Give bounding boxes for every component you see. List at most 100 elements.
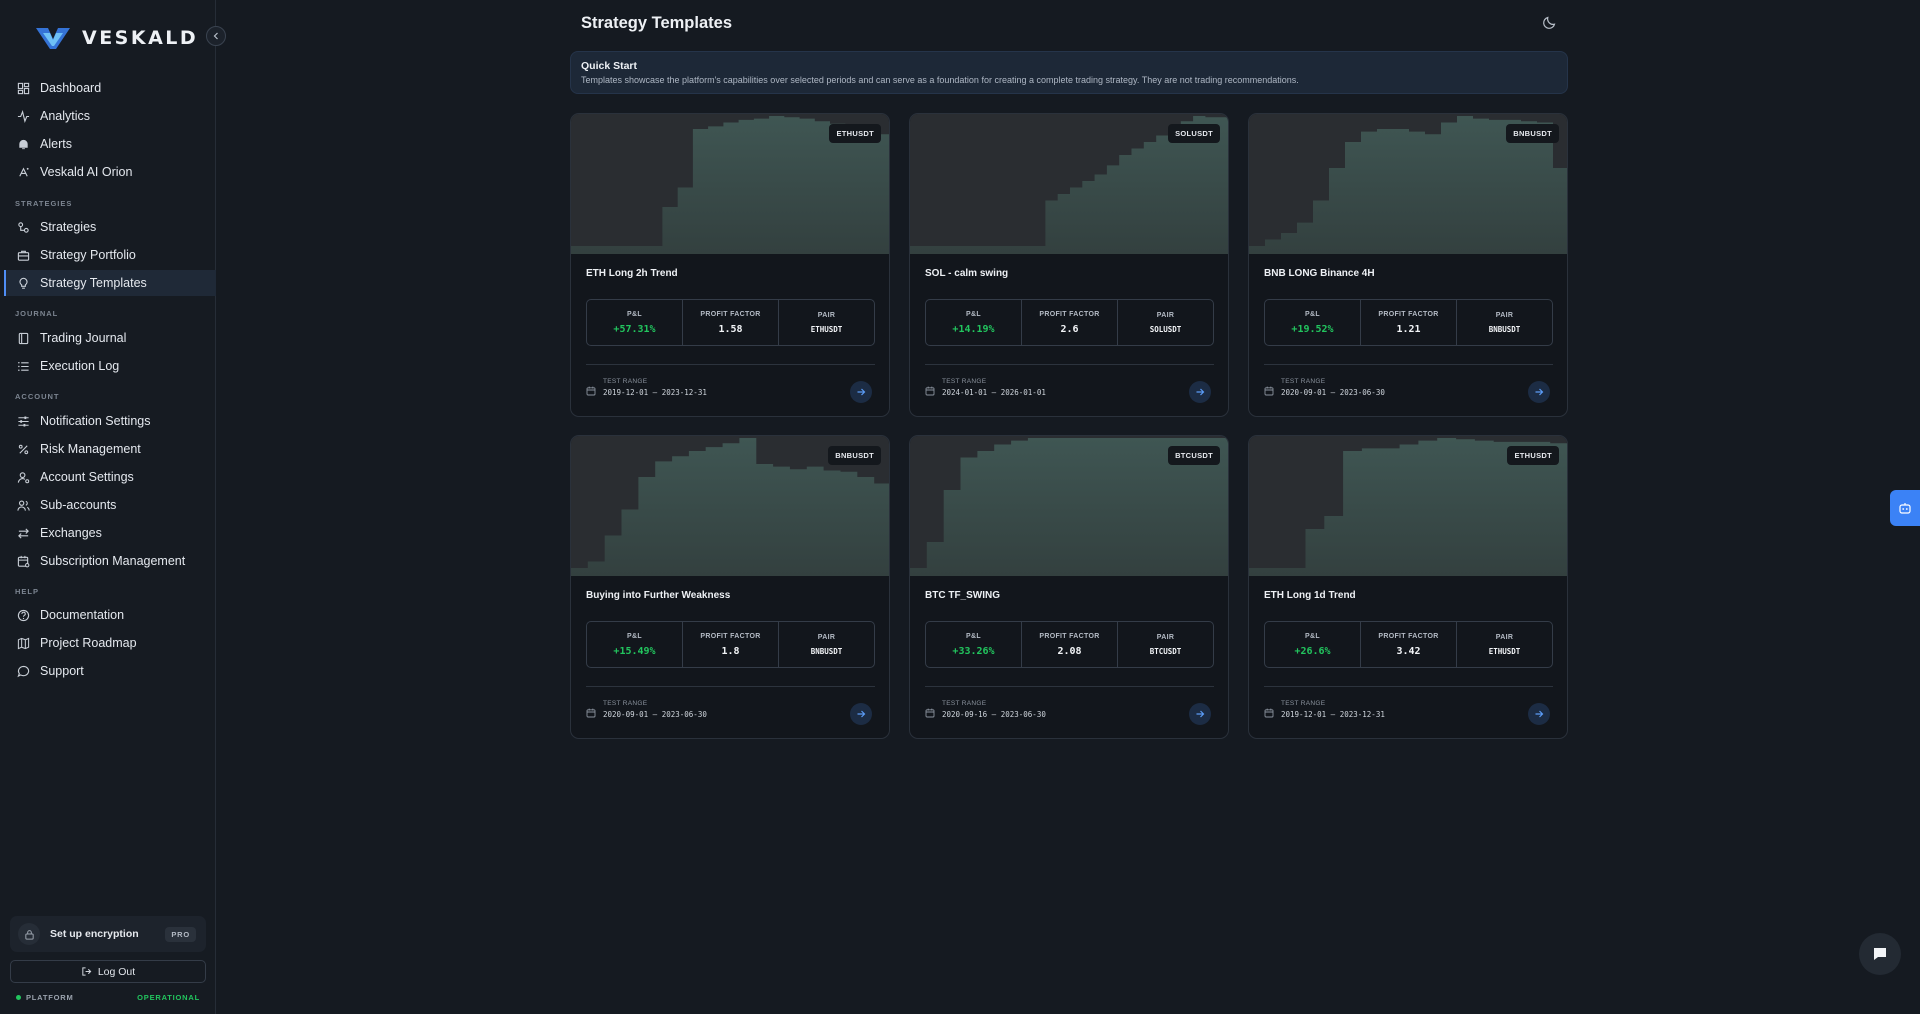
profit-factor-stat: PROFIT FACTOR 1.58 — [683, 300, 779, 345]
template-card[interactable]: BNBUSDT Buying into Further Weakness P&L +1… — [570, 435, 890, 739]
template-title: BTC TF_SWING — [925, 590, 1000, 601]
sidebar-item-strategy-portfolio[interactable]: Strategy Portfolio — [4, 242, 216, 268]
stats-table: P&L +57.31% PROFIT FACTOR 1.58 PAIR ETHUSDT — [586, 299, 875, 346]
sidebar-item-veskald-ai-orion[interactable]: Veskald AI Orion — [4, 159, 216, 185]
sidebar-section-title: ACCOUNT — [15, 392, 60, 401]
open-template-button[interactable] — [1189, 381, 1211, 403]
sidebar-item-subscription-management[interactable]: Subscription Management — [4, 548, 216, 574]
divider — [1264, 364, 1553, 365]
stat-label: P&L — [1305, 632, 1320, 640]
divider — [586, 364, 875, 365]
open-template-button[interactable] — [850, 381, 872, 403]
template-title: SOL - calm swing — [925, 268, 1009, 279]
page-title: Strategy Templates — [581, 14, 732, 32]
pnl-value: +57.31% — [613, 323, 656, 335]
sidebar-item-analytics[interactable]: Analytics — [4, 103, 216, 129]
template-card[interactable]: ETHUSDT ETH Long 2h Trend P&L +57.31% PROFIT… — [570, 113, 890, 417]
stat-label: PROFIT FACTOR — [1378, 632, 1439, 640]
platform-status-value: OPERATIONAL — [137, 993, 200, 1002]
open-template-button[interactable] — [1189, 703, 1211, 725]
template-card[interactable]: BTCUSDT BTC TF_SWING P&L +33.26% PROFIT FACT… — [909, 435, 1229, 739]
equity-chart: BTCUSDT — [910, 436, 1228, 576]
sidebar-item-dashboard[interactable]: Dashboard — [4, 75, 216, 101]
sidebar-item-trading-journal[interactable]: Trading Journal — [4, 325, 216, 351]
pair-stat: PAIR BNBUSDT — [1457, 300, 1552, 345]
collapse-sidebar-button[interactable] — [206, 26, 226, 46]
sidebar-item-alerts[interactable]: Alerts — [4, 131, 216, 157]
pair-stat: PAIR SOLUSDT — [1118, 300, 1213, 345]
test-range-dates: 2020-09-01 — 2023-06-30 — [603, 710, 707, 719]
pair-stat: PAIR BTCUSDT — [1118, 622, 1213, 667]
stat-label: PAIR — [1156, 633, 1175, 641]
pair-tag: ETHUSDT — [1507, 446, 1559, 465]
sidebar-item-account-settings[interactable]: Account Settings — [4, 464, 216, 490]
stat-label: P&L — [627, 632, 642, 640]
test-range: TEST RANGE 2020-09-01 — 2023-06-30 — [1264, 378, 1385, 397]
pair-value: BNBUSDT — [1488, 324, 1521, 334]
lightbulb-icon — [16, 276, 30, 290]
open-template-button[interactable] — [850, 703, 872, 725]
template-card[interactable]: SOLUSDT SOL - calm swing P&L +14.19% PROFIT … — [909, 113, 1229, 417]
stat-label: P&L — [627, 310, 642, 318]
stat-label: PAIR — [817, 633, 836, 641]
sidebar-item-documentation[interactable]: Documentation — [4, 602, 216, 628]
profit-factor-stat: PROFIT FACTOR 1.21 — [1361, 300, 1457, 345]
sidebar-item-label: Analytics — [40, 109, 91, 123]
test-range: TEST RANGE 2020-09-01 — 2023-06-30 — [586, 700, 707, 719]
sidebar-item-project-roadmap[interactable]: Project Roadmap — [4, 630, 216, 656]
sidebar-item-exchanges[interactable]: Exchanges — [4, 520, 216, 546]
stats-table: P&L +33.26% PROFIT FACTOR 2.08 PAIR BTCUSDT — [925, 621, 1214, 668]
divider — [925, 364, 1214, 365]
help-circle-icon — [16, 608, 30, 622]
pair-stat: PAIR ETHUSDT — [1457, 622, 1552, 667]
sidebar-item-execution-log[interactable]: Execution Log — [4, 353, 216, 379]
divider — [586, 686, 875, 687]
pair-stat: PAIR ETHUSDT — [779, 300, 874, 345]
pro-badge: PRO — [165, 926, 196, 942]
ai-assistant-tab[interactable] — [1890, 490, 1920, 526]
sidebar-item-label: Trading Journal — [40, 331, 127, 345]
moon-icon — [1543, 16, 1556, 29]
chat-button[interactable] — [1859, 933, 1901, 975]
template-card[interactable]: BNBUSDT BNB LONG Binance 4H P&L +19.52% PROF… — [1248, 113, 1568, 417]
theme-toggle-button[interactable] — [1542, 14, 1560, 32]
sidebar-section-title: HELP — [15, 587, 40, 596]
divider — [925, 686, 1214, 687]
sidebar-item-strategies[interactable]: Strategies — [4, 214, 216, 240]
sidebar-item-notification-settings[interactable]: Notification Settings — [4, 408, 216, 434]
template-title: Buying into Further Weakness — [586, 590, 731, 601]
sidebar: VESKALD Dashboard Analytics Alerts Veskald … — [0, 0, 216, 1014]
pnl-value: +33.26% — [952, 645, 995, 657]
sidebar-item-support[interactable]: Support — [4, 658, 216, 684]
profit-factor-stat: PROFIT FACTOR 2.08 — [1022, 622, 1118, 667]
open-template-button[interactable] — [1528, 703, 1550, 725]
profit-factor-value: 2.6 — [1060, 323, 1079, 335]
logo[interactable]: VESKALD — [34, 25, 198, 51]
sidebar-item-strategy-templates[interactable]: Strategy Templates — [4, 270, 216, 296]
users-icon — [16, 498, 30, 512]
template-title: ETH Long 1d Trend — [1264, 590, 1356, 601]
sidebar-item-risk-management[interactable]: Risk Management — [4, 436, 216, 462]
pnl-stat: P&L +19.52% — [1265, 300, 1361, 345]
test-range: TEST RANGE 2019-12-01 — 2023-12-31 — [586, 378, 707, 397]
open-template-button[interactable] — [1528, 381, 1550, 403]
lock-icon — [18, 923, 40, 945]
pair-value: ETHUSDT — [810, 324, 843, 334]
setup-encryption-card[interactable]: Set up encryption PRO — [10, 916, 206, 952]
template-card[interactable]: ETHUSDT ETH Long 1d Trend P&L +26.6% PROFIT … — [1248, 435, 1568, 739]
sidebar-item-label: Project Roadmap — [40, 636, 137, 650]
user-gear-icon — [16, 470, 30, 484]
map-icon — [16, 636, 30, 650]
template-title: ETH Long 2h Trend — [586, 268, 678, 279]
sidebar-item-sub-accounts[interactable]: Sub-accounts — [4, 492, 216, 518]
chevron-left-icon — [213, 32, 218, 40]
book-icon — [16, 331, 30, 345]
logout-button[interactable]: Log Out — [10, 960, 206, 983]
sidebar-item-label: Veskald AI Orion — [40, 165, 133, 179]
stat-label: PAIR — [1495, 633, 1514, 641]
arrow-right-icon — [857, 388, 866, 396]
test-range-label: TEST RANGE — [942, 378, 987, 385]
calendar-icon — [1264, 705, 1274, 717]
stat-label: PROFIT FACTOR — [700, 632, 761, 640]
profit-factor-stat: PROFIT FACTOR 3.42 — [1361, 622, 1457, 667]
